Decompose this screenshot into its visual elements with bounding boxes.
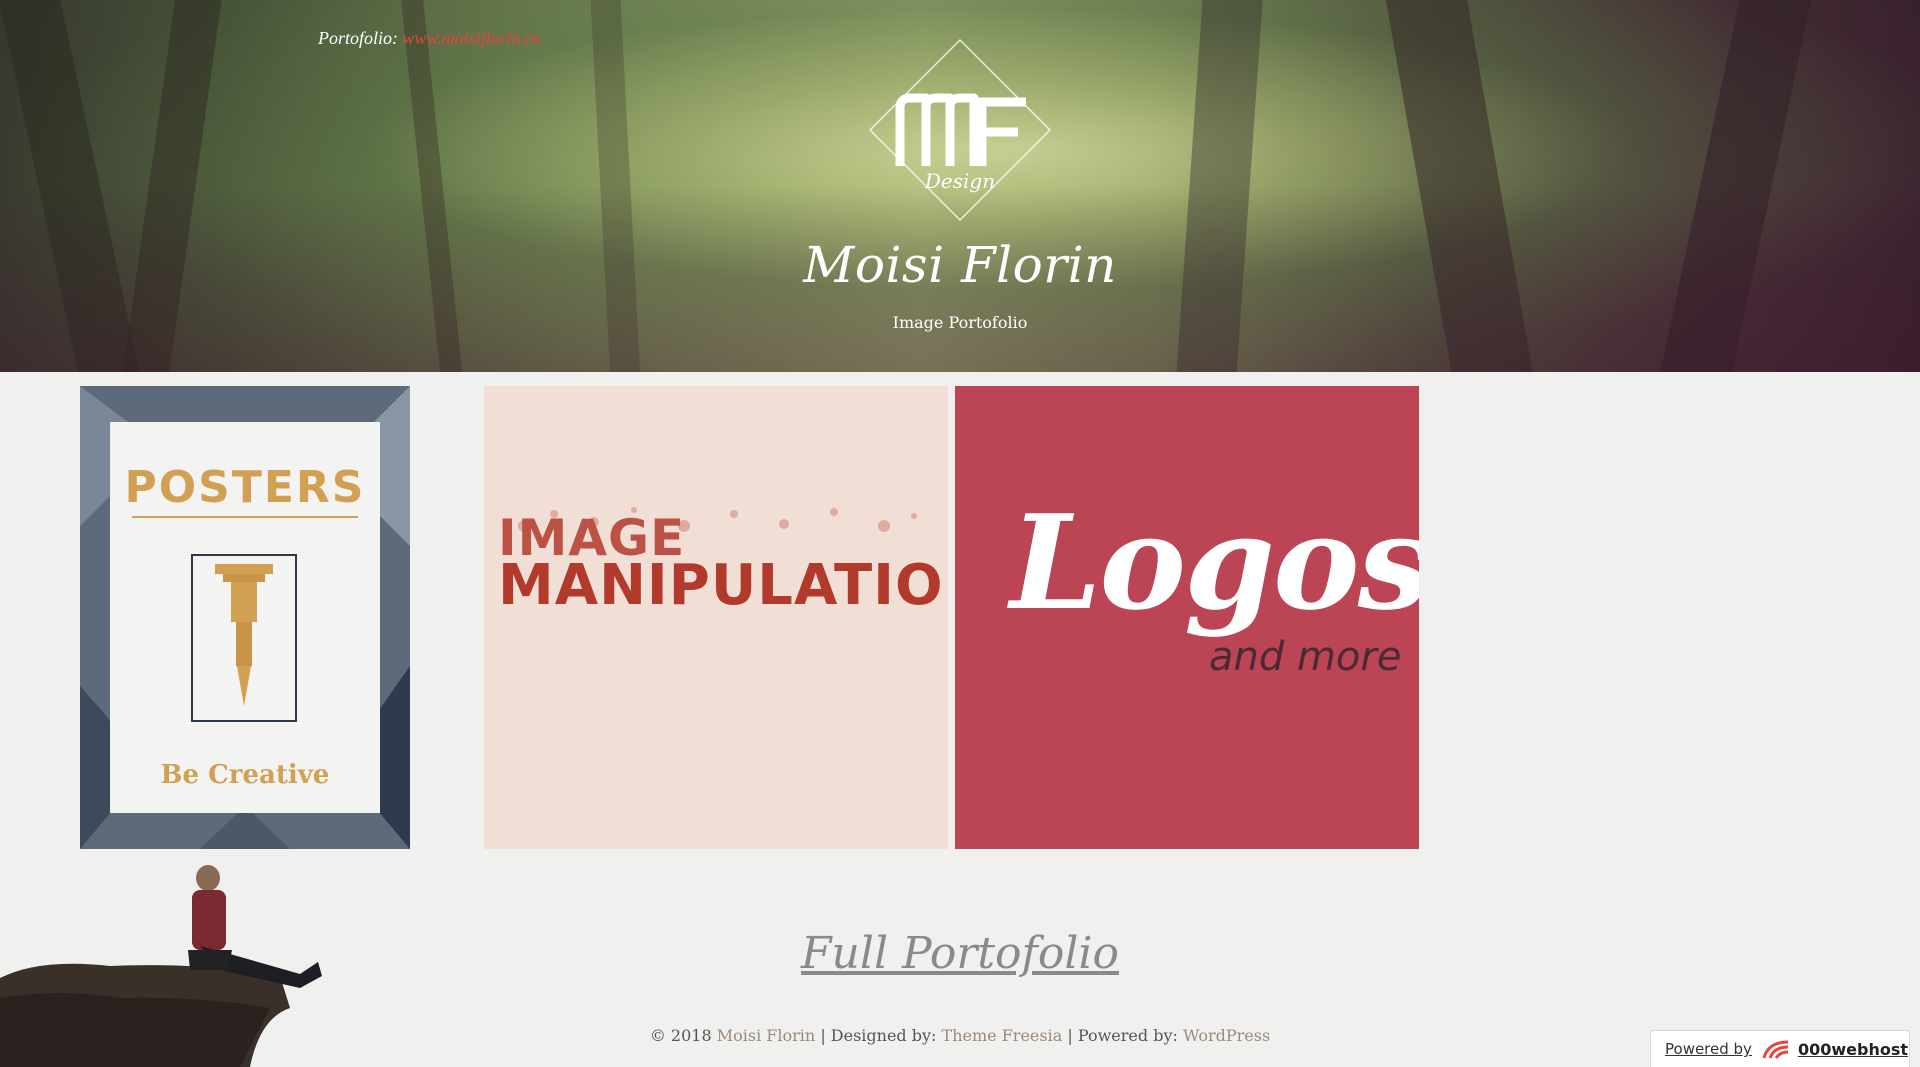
site-header: Portofolio: www.moisiflorin.ro Design Mo…	[0, 0, 1920, 372]
poster-title: POSTERS	[124, 462, 366, 513]
portfolio-label: Portofolio:	[318, 28, 398, 48]
tile-image-manipulation[interactable]: IMAGE MANIPULATION	[484, 386, 948, 849]
poster-subtitle: Be Creative	[160, 760, 330, 790]
tile-posters[interactable]: POSTERS Be Creative	[80, 386, 410, 849]
mf-design-logo-icon: Design	[868, 38, 1052, 222]
webhost-swoosh-icon	[1762, 1040, 1789, 1059]
portfolio-line: Portofolio: www.moisiflorin.ro	[318, 28, 541, 49]
site-title[interactable]: Moisi Florin	[0, 236, 1920, 294]
poster-divider	[132, 516, 358, 518]
site-description: Image Portofolio	[892, 313, 1028, 332]
site-logo[interactable]: Design	[868, 38, 1052, 222]
powered-by-label: | Powered by:	[1067, 1026, 1178, 1045]
owner-link[interactable]: Moisi Florin	[717, 1026, 815, 1045]
footer-credits: © 2018 Moisi Florin | Designed by: Theme…	[0, 1026, 1920, 1045]
badge-label: Powered by	[1665, 1040, 1752, 1058]
portfolio-link[interactable]: www.moisiflorin.ro	[403, 28, 541, 48]
poster-card: POSTERS Be Creative	[110, 422, 380, 813]
badge-brand: 000webhost	[1797, 1039, 1908, 1059]
logos-title: Logos	[1010, 486, 1419, 639]
full-portfolio-link[interactable]: Full Portofolio	[0, 928, 1920, 979]
powered-by-badge[interactable]: Powered by 000webhost	[1650, 1030, 1910, 1067]
theme-link[interactable]: Theme Freesia	[942, 1026, 1063, 1045]
tower-icon	[215, 564, 273, 706]
tile-logos[interactable]: Logos and more	[955, 386, 1419, 849]
designed-by-label: | Designed by:	[820, 1026, 937, 1045]
wordpress-link[interactable]: WordPress	[1183, 1026, 1270, 1045]
spray-texture	[518, 507, 917, 532]
poster-frame	[191, 554, 297, 722]
logos-subtitle: and more	[1209, 634, 1402, 680]
copyright: © 2018	[649, 1026, 712, 1045]
logo-script: Design	[924, 169, 995, 193]
